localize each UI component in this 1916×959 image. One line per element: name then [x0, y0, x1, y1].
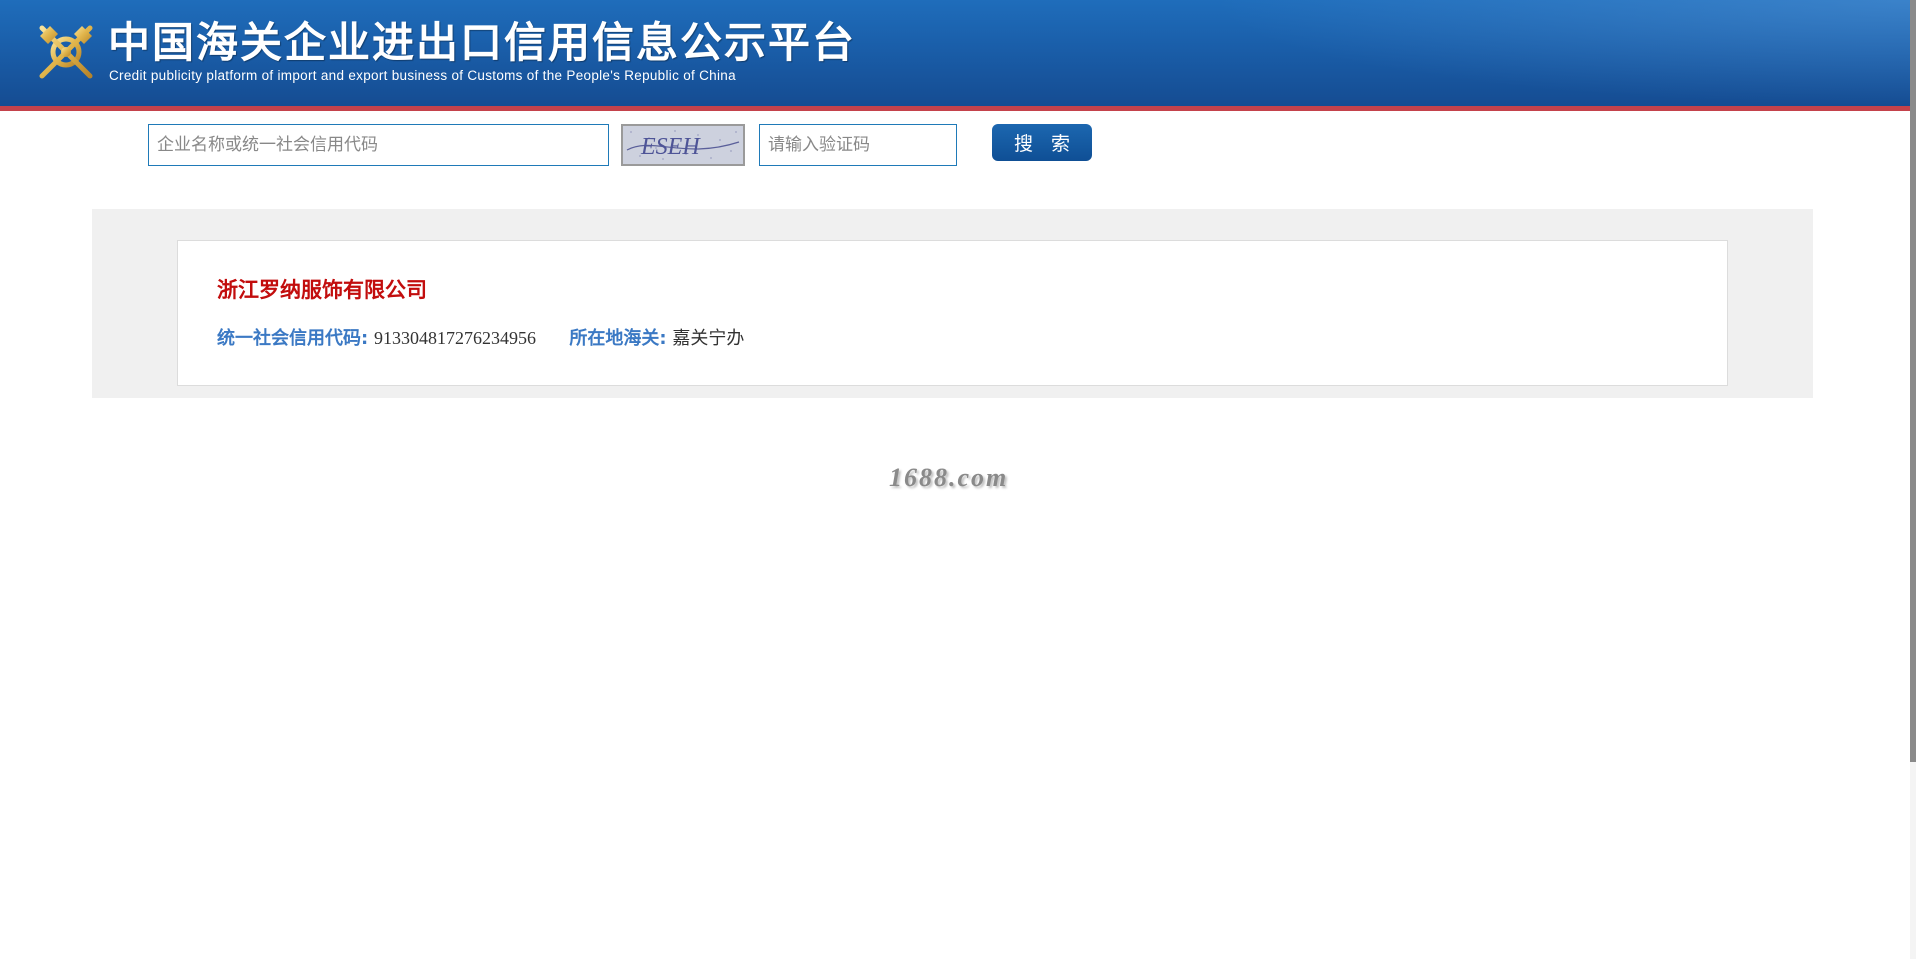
- result-card: 浙江罗纳服饰有限公司 统一社会信用代码: 913304817276234956 …: [177, 240, 1728, 386]
- customs-emblem-icon: [39, 25, 93, 79]
- keyword-search-input[interactable]: [148, 124, 609, 166]
- search-button[interactable]: 搜 索: [992, 124, 1092, 161]
- customs-label: 所在地海关:: [569, 328, 667, 349]
- credit-code-value: 913304817276234956: [373, 328, 536, 348]
- captcha-noise-graphic: ESEH: [623, 126, 743, 164]
- scrollbar-thumb[interactable]: [1910, 0, 1916, 762]
- company-name-link[interactable]: 浙江罗纳服饰有限公司: [217, 274, 427, 304]
- company-info-row: 统一社会信用代码: 913304817276234956 所在地海关: 嘉关宁办: [217, 326, 744, 351]
- header-accent-stripe: [0, 106, 1910, 111]
- captcha-image[interactable]: ESEH: [621, 124, 745, 166]
- credit-code-label: 统一社会信用代码:: [217, 328, 369, 349]
- captcha-input[interactable]: [759, 124, 957, 166]
- site-subtitle: Credit publicity platform of import and …: [109, 68, 736, 83]
- header-banner: 中国海关企业进出口信用信息公示平台 Credit publicity platf…: [0, 0, 1910, 106]
- watermark: 1688.com: [889, 463, 1009, 492]
- captcha-text: ESEH: [640, 134, 701, 160]
- customs-value: 嘉关宁办: [672, 328, 745, 349]
- page: 中国海关企业进出口信用信息公示平台 Credit publicity platf…: [0, 0, 1916, 959]
- site-title: 中国海关企业进出口信用信息公示平台: [108, 18, 857, 67]
